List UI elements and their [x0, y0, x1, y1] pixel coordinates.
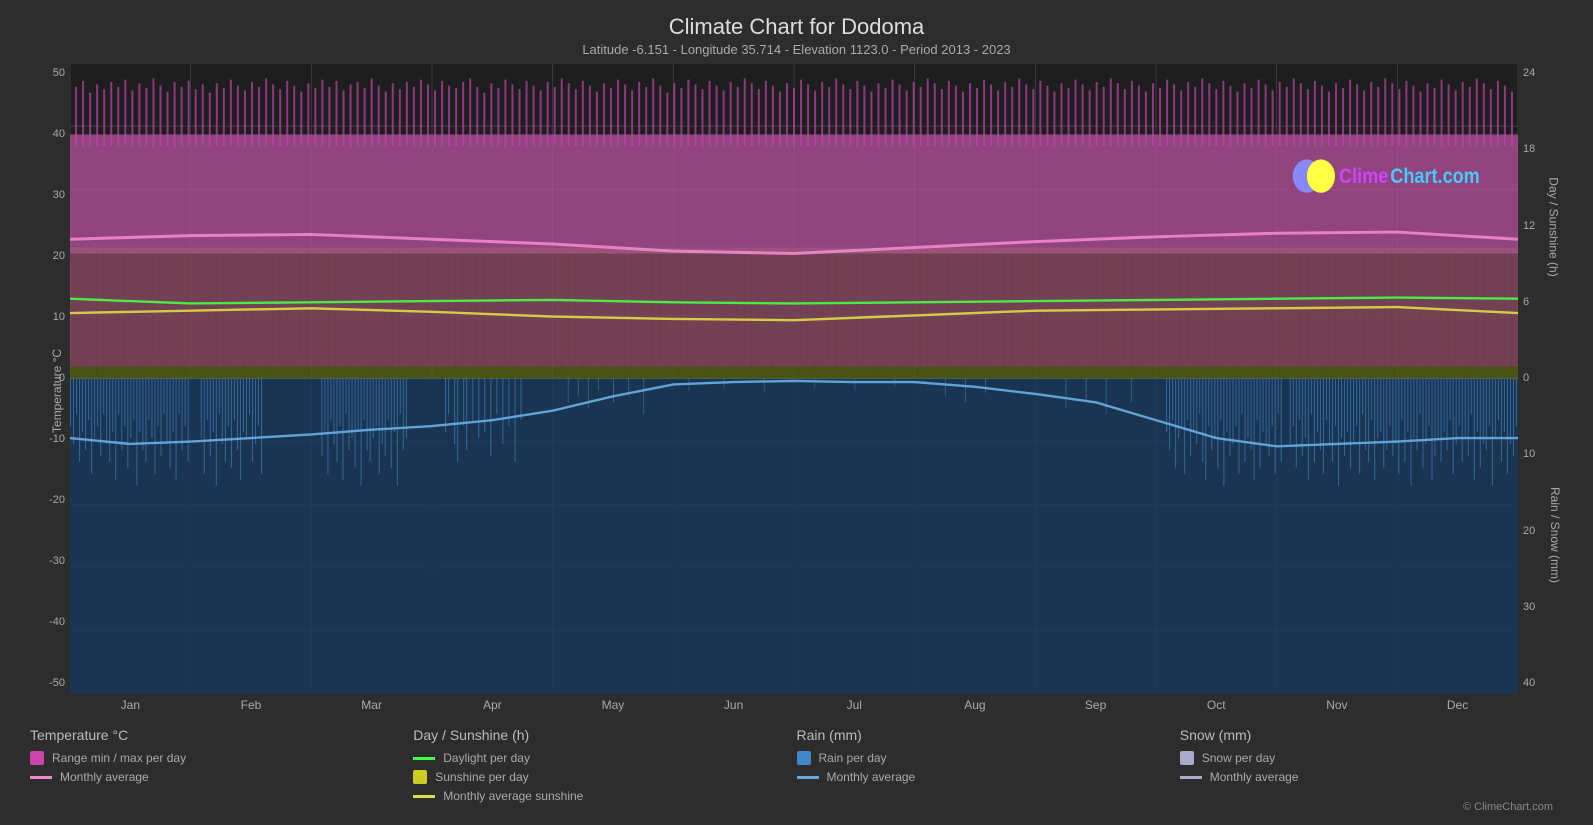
y-axis-left-label: Temperature °C: [50, 349, 64, 433]
legend-rain-avg-label: Monthly average: [827, 770, 916, 784]
legend-temp-avg-label: Monthly average: [60, 770, 149, 784]
legend-temp-range-label: Range min / max per day: [52, 751, 186, 765]
legend-daylight: Daylight per day: [413, 751, 796, 765]
copyright-text: © ClimeChart.com: [1463, 798, 1563, 813]
legend-sunshine-day: Sunshine per day: [413, 770, 796, 784]
legend-snow-day: Snow per day: [1180, 751, 1563, 765]
legend-daylight-swatch: [413, 757, 435, 760]
legend-temperature-title: Temperature °C: [30, 727, 413, 743]
x-label-nov: Nov: [1292, 698, 1382, 719]
legend-rain-day-swatch: [797, 751, 811, 765]
x-label-oct: Oct: [1171, 698, 1261, 719]
x-label-jun: Jun: [689, 698, 779, 719]
legend-dayshine: Day / Sunshine (h) Daylight per day Suns…: [413, 727, 796, 815]
page-wrapper: Climate Chart for Dodoma Latitude -6.151…: [0, 0, 1593, 825]
legend-snow: Snow (mm) Snow per day Monthly average ©…: [1180, 727, 1563, 815]
svg-text:Chart.com: Chart.com: [1390, 165, 1479, 189]
legend-sunshine-day-label: Sunshine per day: [435, 770, 528, 784]
chart-area-wrapper: 50 40 30 20 10 0 -10 -20 -30 -40 -50 Tem…: [20, 63, 1573, 719]
legend-snow-title: Snow (mm): [1180, 727, 1563, 743]
x-label-aug: Aug: [930, 698, 1020, 719]
legend-area: Temperature °C Range min / max per day M…: [20, 719, 1573, 815]
legend-sunshine-avg-swatch: [413, 795, 435, 798]
x-label-feb: Feb: [206, 698, 296, 719]
legend-rain-title: Rain (mm): [797, 727, 1180, 743]
chart-title: Climate Chart for Dodoma: [20, 14, 1573, 40]
legend-sunshine-avg-label: Monthly average sunshine: [443, 789, 583, 803]
legend-temp-avg: Monthly average: [30, 770, 413, 784]
legend-temperature: Temperature °C Range min / max per day M…: [30, 727, 413, 815]
x-label-sep: Sep: [1051, 698, 1141, 719]
legend-rain: Rain (mm) Rain per day Monthly average: [797, 727, 1180, 815]
chart-inner: Temperature °C Day / Sunshine (h) Rain /…: [70, 63, 1518, 719]
legend-snow-avg-swatch: [1180, 776, 1202, 779]
x-label-jan: Jan: [85, 698, 175, 719]
legend-daylight-label: Daylight per day: [443, 751, 530, 765]
x-label-dec: Dec: [1413, 698, 1503, 719]
chart-subtitle: Latitude -6.151 - Longitude 35.714 - Ele…: [20, 42, 1573, 57]
y-axis-right-bottom-label: Rain / Snow (mm): [1548, 487, 1562, 583]
x-label-may: May: [568, 698, 658, 719]
legend-temp-range: Range min / max per day: [30, 751, 413, 765]
x-label-jul: Jul: [809, 698, 899, 719]
legend-temp-avg-swatch: [30, 776, 52, 779]
x-axis: Jan Feb Mar Apr May Jun Jul Aug Sep Oct …: [70, 694, 1518, 719]
legend-sunshine-avg: Monthly average sunshine: [413, 789, 796, 803]
legend-rain-day: Rain per day: [797, 751, 1180, 765]
legend-snow-avg: Monthly average: [1180, 770, 1563, 784]
legend-rain-avg: Monthly average: [797, 770, 1180, 784]
svg-text:Clime: Clime: [1339, 165, 1388, 189]
chart-svg: Clime Chart.com Clime Chart.com: [70, 63, 1518, 694]
legend-rain-avg-swatch: [797, 776, 819, 779]
legend-temp-range-swatch: [30, 751, 44, 765]
y-axis-right: 24 18 12 6 0 10 20 30 40: [1518, 63, 1573, 719]
x-label-apr: Apr: [447, 698, 537, 719]
x-label-mar: Mar: [327, 698, 417, 719]
legend-snow-avg-label: Monthly average: [1210, 770, 1299, 784]
legend-dayshine-title: Day / Sunshine (h): [413, 727, 796, 743]
legend-rain-day-label: Rain per day: [819, 751, 887, 765]
legend-sunshine-day-swatch: [413, 770, 427, 784]
y-axis-right-top-label: Day / Sunshine (h): [1546, 177, 1560, 276]
legend-snow-day-swatch: [1180, 751, 1194, 765]
legend-snow-day-label: Snow per day: [1202, 751, 1275, 765]
